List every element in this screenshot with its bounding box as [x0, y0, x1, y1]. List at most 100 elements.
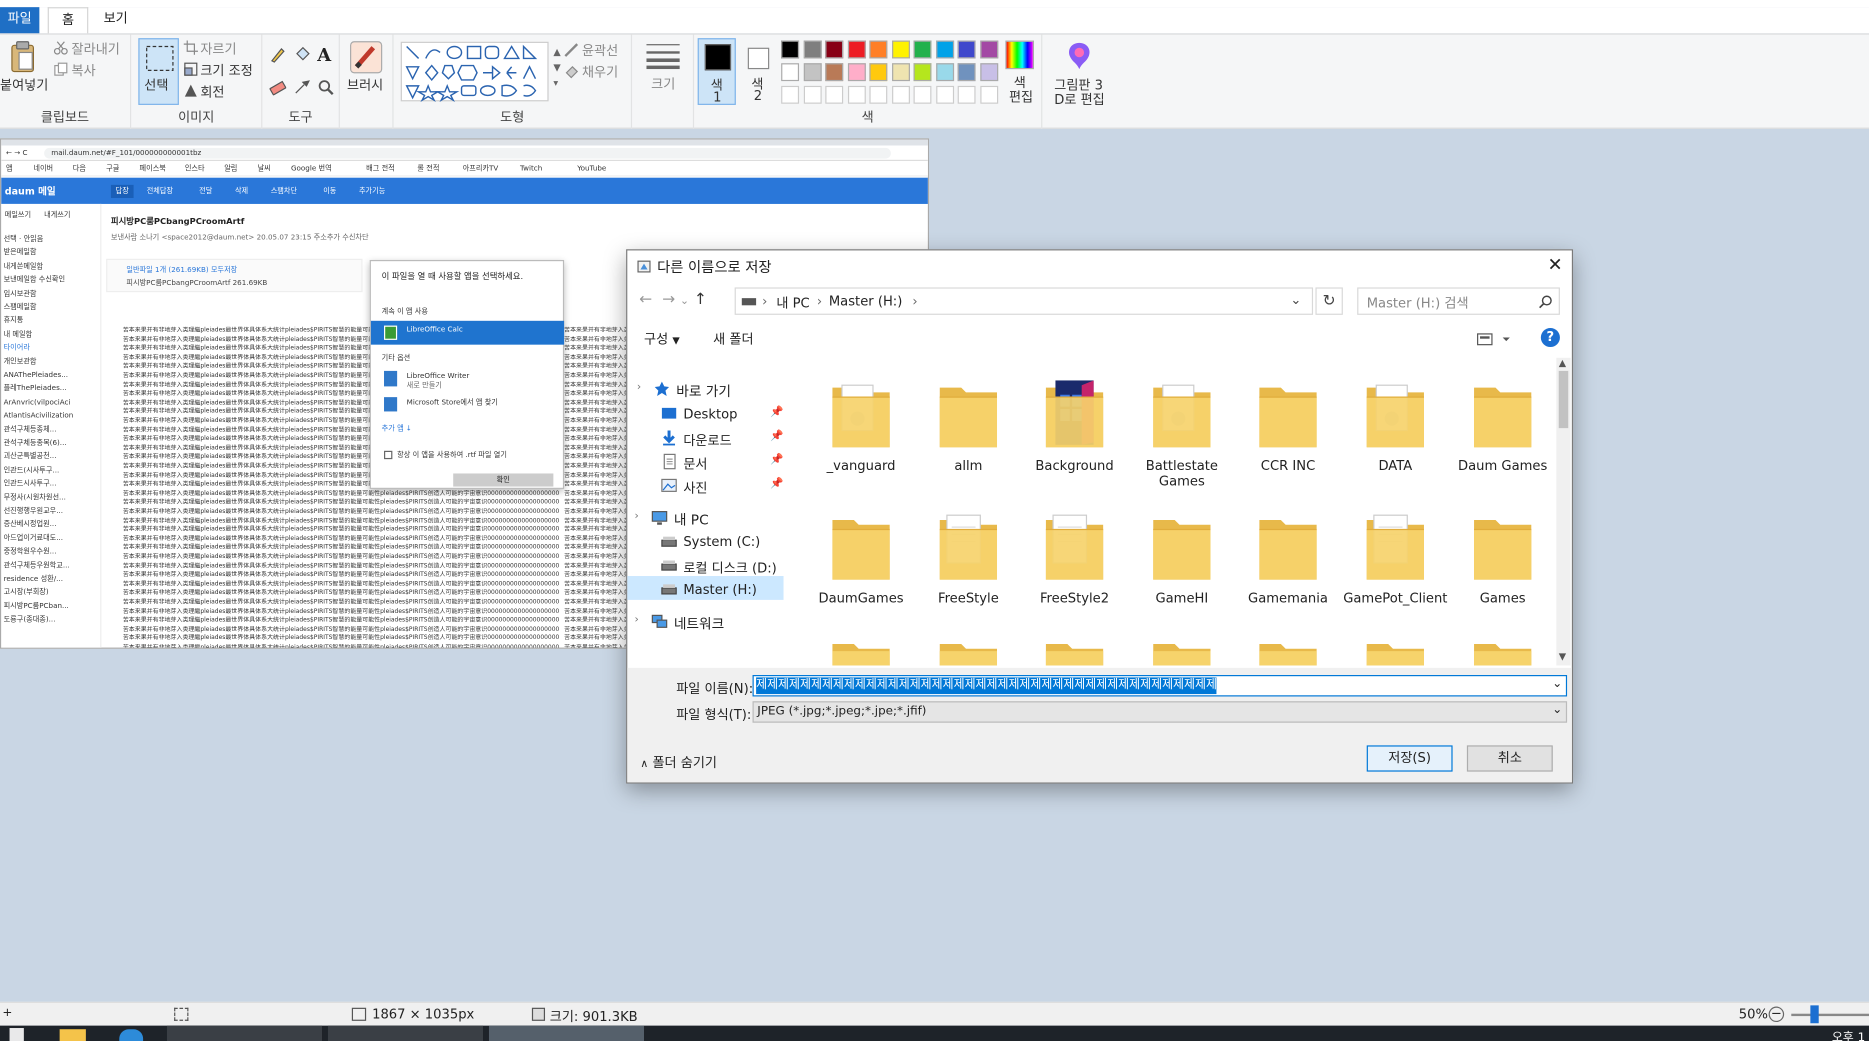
history-dropdown-icon[interactable]: ⌄	[680, 296, 689, 308]
nav-item[interactable]: 다운로드	[683, 431, 731, 450]
palette-swatch[interactable]	[891, 40, 910, 59]
rotate-button[interactable]: 회전	[200, 82, 224, 101]
color-picker-icon[interactable]	[293, 79, 310, 96]
mail-folder-item[interactable]: 무정사(시원차원선...	[4, 493, 66, 501]
bookmark-item[interactable]: 알림	[224, 165, 237, 173]
popup-app2-label[interactable]: LibreOffice Writer	[407, 372, 470, 380]
bookmark-item[interactable]: 구글	[106, 165, 119, 173]
tab-view[interactable]: 보기	[95, 7, 136, 33]
folder-item[interactable]: Gamemania	[1236, 499, 1341, 624]
nav-item[interactable]: 내 PC	[674, 510, 709, 529]
mail-folder-item[interactable]: 증산베시정업원...	[4, 520, 57, 528]
mail-folder-item[interactable]: 도룡구(종대종)...	[4, 616, 56, 624]
popup-more-link[interactable]: 추가 앱 ↓	[382, 425, 412, 433]
custom-swatch[interactable]	[913, 85, 932, 104]
mail-action[interactable]: 추가기능	[359, 187, 385, 195]
palette-swatch[interactable]	[891, 63, 910, 82]
nav-item[interactable]: Desktop	[683, 407, 737, 423]
custom-swatch[interactable]	[891, 85, 910, 104]
refresh-icon[interactable]: ↻	[1315, 287, 1343, 315]
windows-start-icon[interactable]	[9, 1028, 24, 1041]
taskbar-app-item[interactable]	[327, 1025, 484, 1041]
mail-folder-item[interactable]: 보낸메일함 수신확인	[4, 276, 66, 284]
palette-swatch[interactable]	[935, 40, 954, 59]
bookmark-item[interactable]: 앱	[6, 165, 13, 173]
breadcrumb-master-h[interactable]: Master (H:)	[829, 293, 902, 309]
folder-item[interactable]: FreeStyle	[916, 499, 1021, 624]
bookmark-item[interactable]: Google 번역	[291, 165, 332, 173]
custom-swatch[interactable]	[781, 85, 800, 104]
bookmark-item[interactable]: 날씨	[258, 165, 271, 173]
hide-folders-button[interactable]: ∧ 폴더 숨기기	[640, 753, 717, 772]
custom-swatch[interactable]	[869, 85, 888, 104]
folder-icon[interactable]	[1252, 634, 1324, 666]
bookmark-item[interactable]: Twitch	[520, 165, 542, 173]
shapes-gallery[interactable]	[400, 41, 549, 103]
bookmark-item[interactable]: 네이버	[33, 165, 53, 173]
text-tool-icon[interactable]: A	[317, 44, 334, 65]
folder-icon[interactable]	[1467, 634, 1539, 666]
palette-swatch[interactable]	[781, 63, 800, 82]
nav-item[interactable]: 로컬 디스크 (D:)	[683, 558, 776, 577]
mail-action[interactable]: 이동	[323, 187, 336, 195]
popup-ok-button[interactable]: 확인	[453, 473, 554, 487]
custom-swatch[interactable]	[847, 85, 866, 104]
palette-swatch[interactable]	[957, 63, 976, 82]
custom-swatch[interactable]	[803, 85, 822, 104]
mail-folder-item[interactable]: 플레ThePleiades...	[4, 384, 67, 392]
paste-button[interactable]: 붙여넣기	[0, 75, 48, 94]
zoom-slider[interactable]	[1791, 1013, 1869, 1017]
pin-icon[interactable]: 📌	[770, 431, 783, 443]
cut-button[interactable]: 잘라내기	[72, 39, 120, 58]
mail-folder-item[interactable]: 고시장(부회장)	[4, 588, 49, 596]
scroll-up-icon[interactable]: ▲	[1559, 358, 1566, 369]
close-icon[interactable]: ✕	[1543, 253, 1567, 277]
mail-folder-item[interactable]: 인관드(시사투구...	[4, 466, 60, 474]
pin-icon[interactable]: 📌	[770, 407, 783, 419]
palette-swatch[interactable]	[869, 40, 888, 59]
select-button[interactable]: 선택	[138, 38, 179, 105]
popup-app-calc[interactable]: LibreOffice Calc	[370, 320, 565, 345]
address-bar[interactable]: › 내 PC › Master (H:) › ⌄	[734, 287, 1314, 315]
bookmark-item[interactable]: 배그 전적	[366, 165, 395, 173]
filename-input[interactable]: 제제제제제제제제제제제제제제제제제제제제제제제제제제제제제제제제제제제제제제제제…	[752, 675, 1568, 697]
paint3d-group[interactable]: 그림판 3 D로 편집	[1042, 35, 1116, 129]
filetype-select[interactable]: JPEG (*.jpg;*.jpeg;*.jpe;*.jfif) ⌄	[752, 701, 1568, 723]
palette-swatch[interactable]	[781, 40, 800, 59]
copy-button[interactable]: 복사	[72, 61, 96, 80]
mail-folder-item[interactable]: 관석구체등종체...	[4, 425, 57, 433]
bookmark-item[interactable]: 다음	[73, 165, 86, 173]
edge-icon[interactable]	[119, 1029, 144, 1041]
up-icon[interactable]: ↑	[694, 291, 707, 309]
organize-button[interactable]: 구성 ▼	[644, 329, 680, 348]
folder-icon[interactable]	[1360, 634, 1432, 666]
taskbar-paint-item[interactable]	[488, 1025, 645, 1041]
mail-folder-item[interactable]: 괴산군특별공천...	[4, 452, 57, 460]
mail-folder-item[interactable]: 개인보관함	[4, 357, 37, 365]
folder-item[interactable]: Background	[1022, 366, 1127, 491]
mail-folder-item[interactable]: 스팸메일함	[4, 303, 37, 311]
zoom-out-icon[interactable]: −	[1768, 1006, 1785, 1023]
outline-button[interactable]: 윤곽선	[582, 41, 618, 60]
scroll-down-icon[interactable]: ▼	[1559, 651, 1566, 662]
mail-folder-item[interactable]: AtlantisAcivilization	[4, 412, 74, 420]
brushes-group[interactable]: 브러시	[340, 34, 394, 129]
palette-swatch[interactable]	[979, 40, 998, 59]
folder-item[interactable]: _vanguard	[809, 366, 914, 491]
paste-icon[interactable]	[10, 41, 36, 74]
folder-item[interactable]: GameHI	[1129, 499, 1234, 624]
palette-swatch[interactable]	[913, 63, 932, 82]
folder-icon[interactable]	[825, 634, 897, 666]
mail-folder-item[interactable]: 휴지통	[4, 317, 24, 325]
nav-item[interactable]: 네트워크	[674, 614, 724, 633]
bookmark-item[interactable]: 아프리카TV	[463, 165, 499, 173]
palette-swatch[interactable]	[825, 40, 844, 59]
mail-folder-item[interactable]: 받은메일함	[4, 249, 37, 257]
folder-item[interactable]: CCR INC	[1236, 366, 1341, 491]
palette-swatch[interactable]	[803, 63, 822, 82]
pencil-icon[interactable]	[270, 47, 287, 64]
mail-action[interactable]: 답장	[110, 184, 134, 198]
vertical-scrollbar[interactable]: ▲ ▼	[1556, 357, 1571, 666]
folder-item[interactable]: allm	[916, 366, 1021, 491]
file-explorer-icon[interactable]	[59, 1029, 86, 1041]
